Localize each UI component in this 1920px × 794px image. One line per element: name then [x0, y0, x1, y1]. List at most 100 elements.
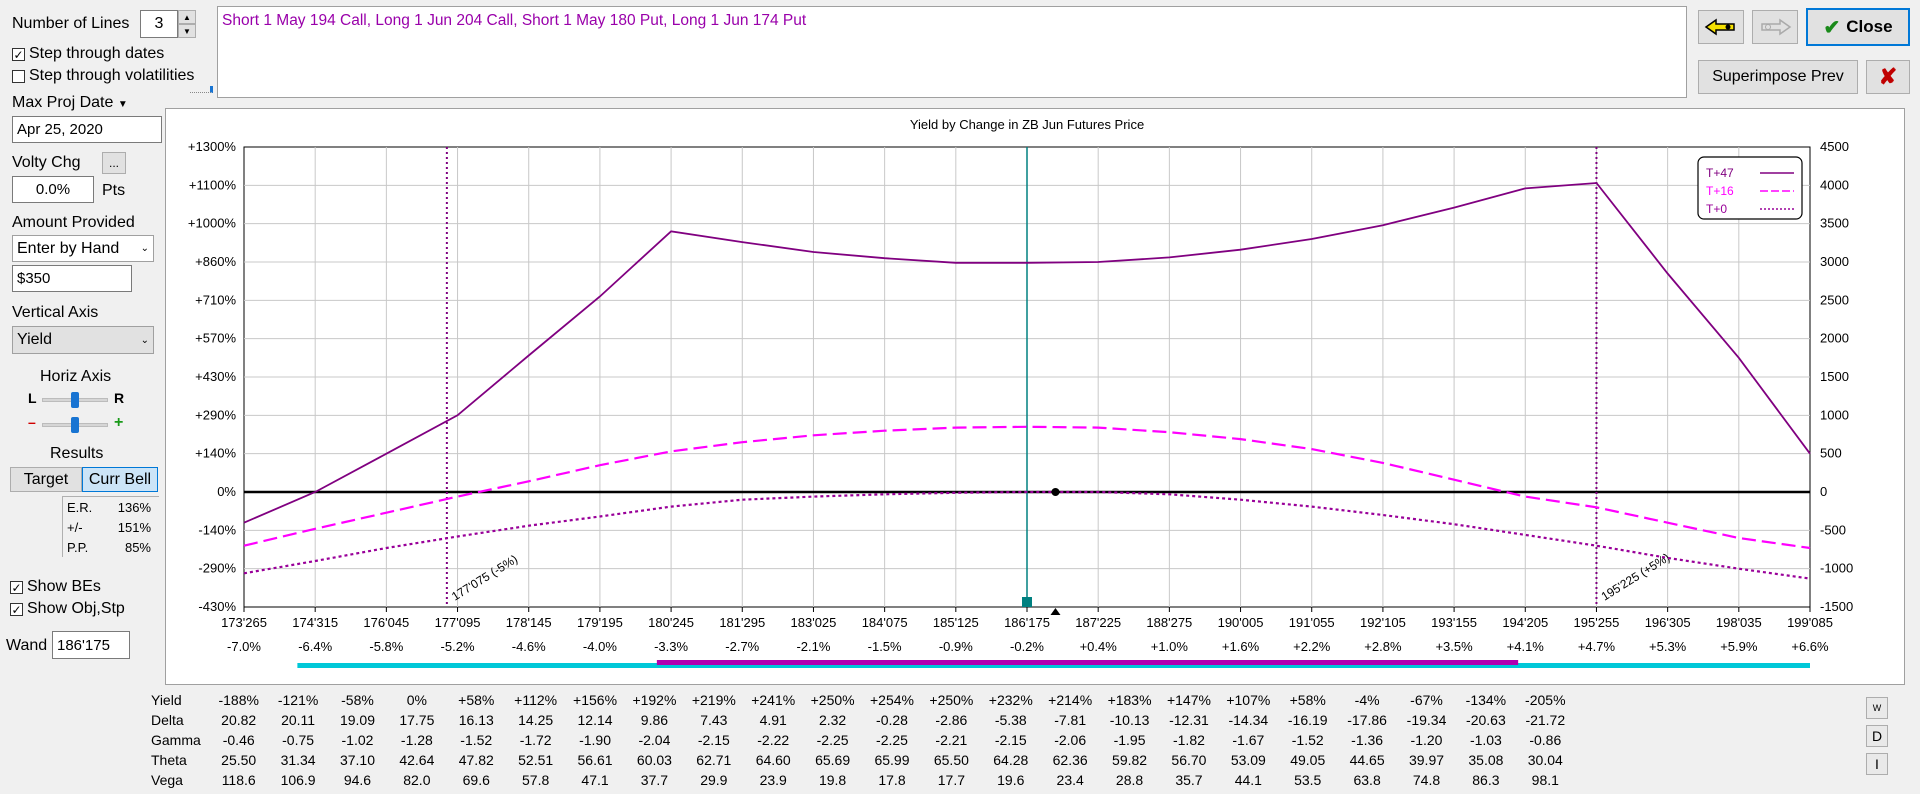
amount-mode-select[interactable]: Enter by Hand ⌄: [12, 235, 154, 262]
table-cell: 7.43: [700, 712, 728, 728]
table-cell: 98.1: [1531, 772, 1559, 788]
table-cell: 82.0: [403, 772, 431, 788]
y-left-tick-label: -430%: [198, 599, 236, 614]
table-row-label: Vega: [151, 772, 183, 788]
x-pct-label: -3.3%: [654, 639, 688, 654]
table-cell: -1.36: [1351, 732, 1384, 748]
side-button-i[interactable]: I: [1866, 753, 1888, 775]
table-cell: -188%: [218, 692, 259, 708]
show-obj-checkbox[interactable]: ✓ Show Obj,Stp: [10, 600, 125, 618]
curr-bell-button[interactable]: Curr Bell: [82, 467, 158, 492]
step-dates-checkbox[interactable]: ✓ Step through dates: [12, 45, 164, 63]
y-right-tick-label: 2000: [1820, 331, 1849, 346]
chevron-down-icon: ⌄: [140, 334, 149, 346]
close-button[interactable]: ✔ Close: [1806, 8, 1910, 46]
chart-panel[interactable]: Yield by Change in ZB Jun Futures Price +…: [165, 108, 1905, 685]
step-vol-checkbox[interactable]: Step through volatilities: [12, 67, 194, 85]
step-vol-label: Step through volatilities: [29, 67, 195, 84]
back-button[interactable]: [1698, 10, 1744, 44]
table-cell: 17.75: [399, 712, 435, 728]
table-cell: +156%: [573, 692, 618, 708]
dropdown-arrow-icon[interactable]: ▼: [118, 99, 128, 110]
table-cell: 37.10: [339, 752, 375, 768]
y-right-tick-label: -1500: [1820, 599, 1853, 614]
amount-input[interactable]: $350: [12, 265, 132, 292]
table-cell: 28.8: [1115, 772, 1144, 788]
x-pct-label: -6.4%: [298, 639, 332, 654]
spin-up-icon[interactable]: ▲: [178, 10, 196, 24]
zoom-minus-icon[interactable]: –: [28, 414, 36, 430]
table-cell: 57.8: [522, 772, 550, 788]
table-cell: 69.6: [462, 772, 490, 788]
table-cell: 17.8: [878, 772, 906, 788]
current-price-marker: [1050, 608, 1061, 615]
table-cell: 20.82: [221, 712, 257, 728]
table-cell: 65.99: [874, 752, 910, 768]
splitter-handle[interactable]: [190, 86, 213, 93]
y-left-tick-label: -140%: [198, 522, 236, 537]
checkbox-checked-icon[interactable]: ✓: [10, 602, 23, 616]
haxis-lr-thumb[interactable]: [71, 392, 79, 408]
result-row: P.P. 85%: [67, 539, 151, 555]
haxis-left-label: L: [28, 390, 37, 406]
max-proj-date-input[interactable]: Apr 25, 2020: [12, 116, 162, 143]
y-right-tick-label: 3500: [1820, 216, 1849, 231]
legend-label: T+0: [1706, 202, 1727, 216]
table-cell: -0.28: [876, 712, 908, 728]
checkbox-checked-icon[interactable]: ✓: [12, 47, 25, 61]
side-button-w[interactable]: W: [1866, 697, 1888, 719]
bell-core-band: [656, 660, 1519, 665]
table-cell: 23.9: [759, 772, 787, 788]
amount-label: Amount Provided: [12, 214, 135, 231]
haxis-right-label: R: [114, 390, 125, 406]
table-cell: +250%: [929, 692, 974, 708]
arrow-left-icon: [1704, 18, 1735, 36]
table-cell: -1.28: [400, 732, 433, 748]
x-tick-label: 173'265: [221, 615, 267, 630]
table-cell: 74.8: [1412, 772, 1441, 788]
num-lines-input[interactable]: 3: [140, 10, 178, 38]
table-cell: -21.72: [1525, 712, 1566, 728]
y-right-tick-label: 2500: [1820, 292, 1849, 307]
x-pct-label: +6.6%: [1791, 639, 1829, 654]
table-cell: 19.8: [818, 772, 847, 788]
table-cell: 106.9: [280, 772, 316, 788]
num-lines-spinner[interactable]: ▲ ▼: [178, 10, 196, 38]
spin-down-icon[interactable]: ▼: [178, 24, 196, 38]
x-tick-label: 193'155: [1431, 615, 1477, 630]
table-cell: -2.04: [638, 732, 671, 748]
table-cell: 60.03: [636, 752, 672, 768]
max-proj-label[interactable]: Max Proj Date ▼: [12, 94, 128, 112]
superimpose-prev-button[interactable]: Superimpose Prev: [1698, 60, 1858, 94]
vaxis-select[interactable]: Yield ⌄: [12, 326, 154, 354]
table-cell: -1.72: [519, 732, 552, 748]
show-bes-checkbox[interactable]: ✓ Show BEs: [10, 578, 101, 596]
table-row-label: Theta: [151, 752, 187, 768]
table-row-label: Gamma: [151, 732, 201, 748]
delete-button[interactable]: ✘: [1866, 60, 1910, 94]
table-cell: -2.15: [697, 732, 730, 748]
x-pct-label: +0.4%: [1080, 639, 1118, 654]
side-button-d[interactable]: D: [1866, 725, 1888, 747]
y-left-tick-label: +1100%: [189, 177, 237, 192]
volty-input[interactable]: 0.0%: [12, 176, 94, 203]
table-cell: +214%: [1048, 692, 1093, 708]
forward-button[interactable]: [1752, 10, 1798, 44]
strategy-description[interactable]: Short 1 May 194 Call, Long 1 Jun 204 Cal…: [217, 6, 1687, 98]
zoom-plus-icon[interactable]: +: [114, 414, 123, 432]
checkbox-unchecked-icon[interactable]: [12, 69, 25, 83]
x-pct-label: +1.6%: [1222, 639, 1260, 654]
checkbox-checked-icon[interactable]: ✓: [10, 580, 23, 594]
yield-chart[interactable]: Yield by Change in ZB Jun Futures Price +…: [166, 109, 1904, 684]
x-tick-label: 177'095: [435, 615, 481, 630]
table-cell: -121%: [277, 692, 319, 708]
haxis-zoom-thumb[interactable]: [71, 417, 79, 433]
x-pct-label: -0.9%: [939, 639, 973, 654]
wand-input[interactable]: 186'175: [52, 631, 130, 659]
y-left-tick-label: +710%: [195, 292, 236, 307]
table-cell: -1.90: [579, 732, 611, 748]
x-pct-label: -1.5%: [868, 639, 902, 654]
y-right-tick-label: 3000: [1820, 254, 1849, 269]
volty-more-button[interactable]: ...: [102, 152, 126, 174]
target-button[interactable]: Target: [10, 467, 82, 492]
